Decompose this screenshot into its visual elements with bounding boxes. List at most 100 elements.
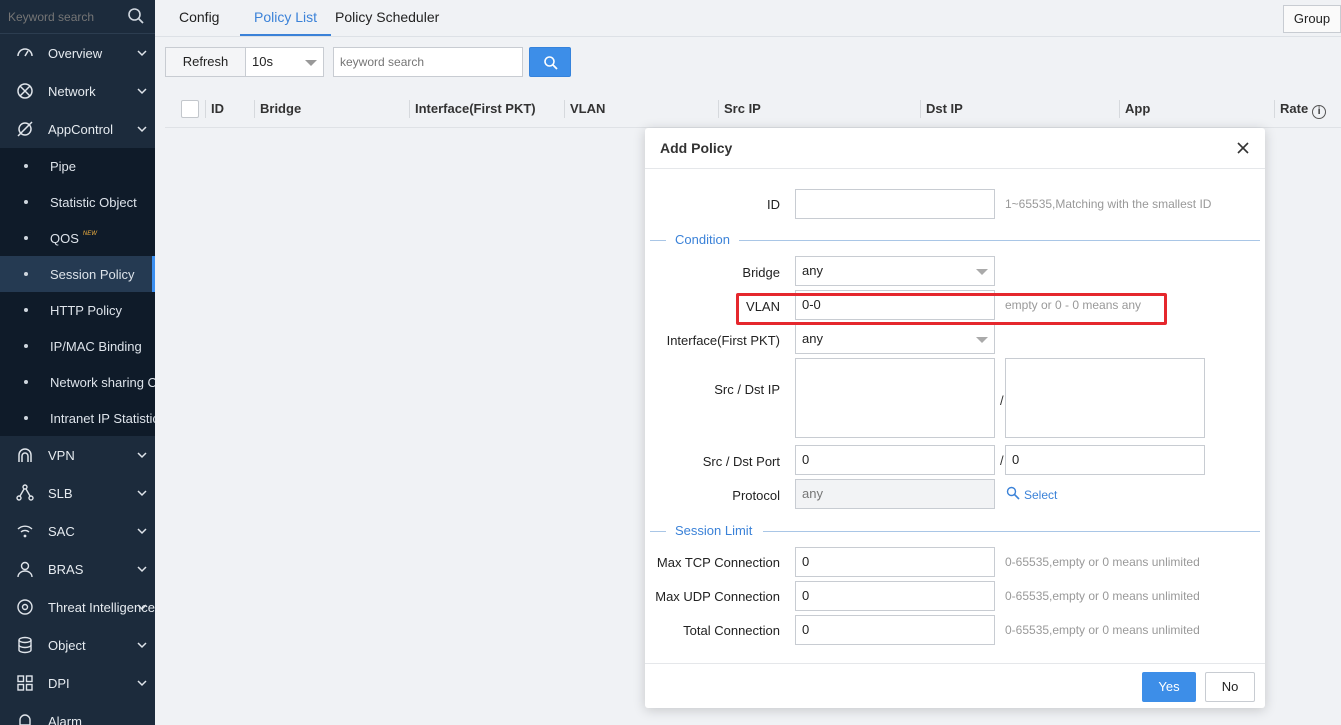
max-tcp-hint: 0-65535,empty or 0 means unlimited: [1005, 555, 1200, 569]
nav-network[interactable]: Network: [0, 72, 155, 110]
select-all-checkbox[interactable]: [181, 100, 199, 118]
refresh-interval-select[interactable]: 10s: [245, 47, 324, 77]
chevron-down-icon: [137, 642, 147, 649]
nav-vpn-label: VPN: [48, 447, 75, 463]
sub-item-intranet-ip-statistics[interactable]: Intranet IP Statistics: [0, 400, 155, 436]
user-icon: [17, 561, 33, 578]
chevron-down-icon: [137, 604, 147, 611]
close-icon[interactable]: [1235, 140, 1251, 156]
nav-alarm-label: Alarm: [48, 713, 82, 725]
nav-object-label: Object: [48, 637, 86, 653]
sub-item-label: HTTP Policy: [50, 302, 122, 318]
sub-item-label: IP/MAC Binding: [50, 338, 142, 354]
chevron-down-icon: [137, 680, 147, 687]
nav-overview[interactable]: Overview: [0, 34, 155, 72]
sidebar-search-input[interactable]: [8, 6, 116, 28]
chevron-down-icon: [137, 566, 147, 573]
sidebar-search: [0, 0, 155, 34]
ip-separator: /: [1000, 393, 1004, 408]
total-connection-label: Total Connection: [683, 623, 780, 638]
sub-item-pipe[interactable]: Pipe: [0, 148, 155, 184]
sub-item-statistic-object[interactable]: Statistic Object: [0, 184, 155, 220]
nav-dpi-label: DPI: [48, 675, 70, 691]
appcontrol-submenu: Pipe Statistic Object QOS NEW Session Pol…: [0, 148, 155, 436]
dst-ip-textarea[interactable]: [1005, 358, 1205, 438]
search-icon[interactable]: [1006, 486, 1020, 500]
port-separator: /: [1000, 453, 1004, 468]
interface-select[interactable]: any: [795, 324, 995, 354]
col-src-ip[interactable]: Src IP: [718, 100, 761, 118]
sidebar: Overview Network AppControl Pipe Statist…: [0, 0, 155, 725]
protocol-select-link[interactable]: Select: [1024, 488, 1057, 502]
appcontrol-icon: [17, 121, 33, 137]
sub-item-ip-mac-binding[interactable]: IP/MAC Binding: [0, 328, 155, 364]
slb-icon: [16, 484, 34, 501]
nav-dpi[interactable]: DPI: [0, 664, 155, 702]
nav-alarm[interactable]: Alarm: [0, 702, 155, 725]
col-interface[interactable]: Interface(First PKT): [409, 100, 536, 118]
chevron-down-icon: [137, 88, 147, 95]
sub-item-qos[interactable]: QOS NEW: [0, 220, 155, 256]
src-ip-textarea[interactable]: [795, 358, 995, 438]
src-port-input[interactable]: 0: [795, 445, 995, 475]
nav-threat-intelligence[interactable]: Threat Intelligence: [0, 588, 155, 626]
refresh-interval-value: 10s: [252, 54, 273, 69]
col-bridge[interactable]: Bridge: [254, 100, 301, 118]
chevron-down-icon: [137, 490, 147, 497]
total-connection-hint: 0-65535,empty or 0 means unlimited: [1005, 623, 1200, 637]
condition-title: Condition: [675, 232, 730, 247]
nav-appcontrol[interactable]: AppControl: [0, 110, 155, 148]
nav-bras[interactable]: BRAS: [0, 550, 155, 588]
search-icon[interactable]: [127, 7, 145, 25]
chevron-down-icon: [137, 528, 147, 535]
no-button[interactable]: No: [1205, 672, 1255, 702]
nav-overview-label: Overview: [48, 45, 103, 61]
nav-slb[interactable]: SLB: [0, 474, 155, 512]
nav-bras-label: BRAS: [48, 561, 84, 577]
search-icon: [544, 56, 558, 70]
max-udp-hint: 0-65535,empty or 0 means unlimited: [1005, 589, 1200, 603]
total-connection-input[interactable]: 0: [795, 615, 995, 645]
search-button[interactable]: [529, 47, 571, 77]
top-tabs-bar: Config Policy List Policy Scheduler Grou…: [155, 0, 1341, 37]
nav-sac[interactable]: SAC: [0, 512, 155, 550]
dst-port-input[interactable]: 0: [1005, 445, 1205, 475]
nav-vpn[interactable]: VPN: [0, 436, 155, 474]
col-id[interactable]: ID: [205, 100, 224, 118]
new-badge: NEW: [82, 231, 97, 237]
tab-policy-scheduler[interactable]: Policy Scheduler: [335, 0, 439, 36]
chevron-down-icon: [137, 50, 147, 57]
nav-object[interactable]: Object: [0, 626, 155, 664]
bridge-select[interactable]: any: [795, 256, 995, 286]
sub-item-session-policy[interactable]: Session Policy: [0, 256, 155, 292]
sub-item-http-policy[interactable]: HTTP Policy: [0, 292, 155, 328]
interface-label: Interface(First PKT): [666, 333, 780, 348]
chevron-down-icon: [137, 126, 147, 133]
dialog-footer: Yes No: [645, 663, 1265, 708]
col-app[interactable]: App: [1119, 100, 1150, 118]
yes-button[interactable]: Yes: [1142, 672, 1196, 702]
session-limit-title: Session Limit: [675, 523, 753, 538]
database-icon: [18, 636, 32, 654]
max-tcp-input[interactable]: 0: [795, 547, 995, 577]
max-udp-input[interactable]: 0: [795, 581, 995, 611]
wifi-icon: [18, 448, 32, 462]
sub-item-label: QOS: [50, 230, 79, 246]
max-tcp-label: Max TCP Connection: [656, 555, 780, 570]
divider: [650, 531, 666, 532]
group-button[interactable]: Group: [1283, 5, 1341, 33]
col-dst-ip[interactable]: Dst IP: [920, 100, 963, 118]
vlan-highlight-annotation: [736, 293, 1167, 325]
tab-config[interactable]: Config: [179, 0, 219, 36]
sub-item-label: Pipe: [50, 158, 77, 174]
sub-item-network-sharing[interactable]: Network sharing Co: [0, 364, 155, 400]
info-icon[interactable]: i: [1312, 105, 1327, 119]
id-input[interactable]: [795, 189, 995, 219]
col-rate[interactable]: Rate i: [1274, 100, 1327, 119]
keyword-search-input[interactable]: [333, 47, 523, 77]
bullet-icon: [24, 380, 28, 384]
refresh-button[interactable]: Refresh: [165, 47, 246, 77]
divider: [763, 531, 1260, 532]
tab-policy-list[interactable]: Policy List: [240, 0, 332, 36]
col-vlan[interactable]: VLAN: [564, 100, 605, 118]
